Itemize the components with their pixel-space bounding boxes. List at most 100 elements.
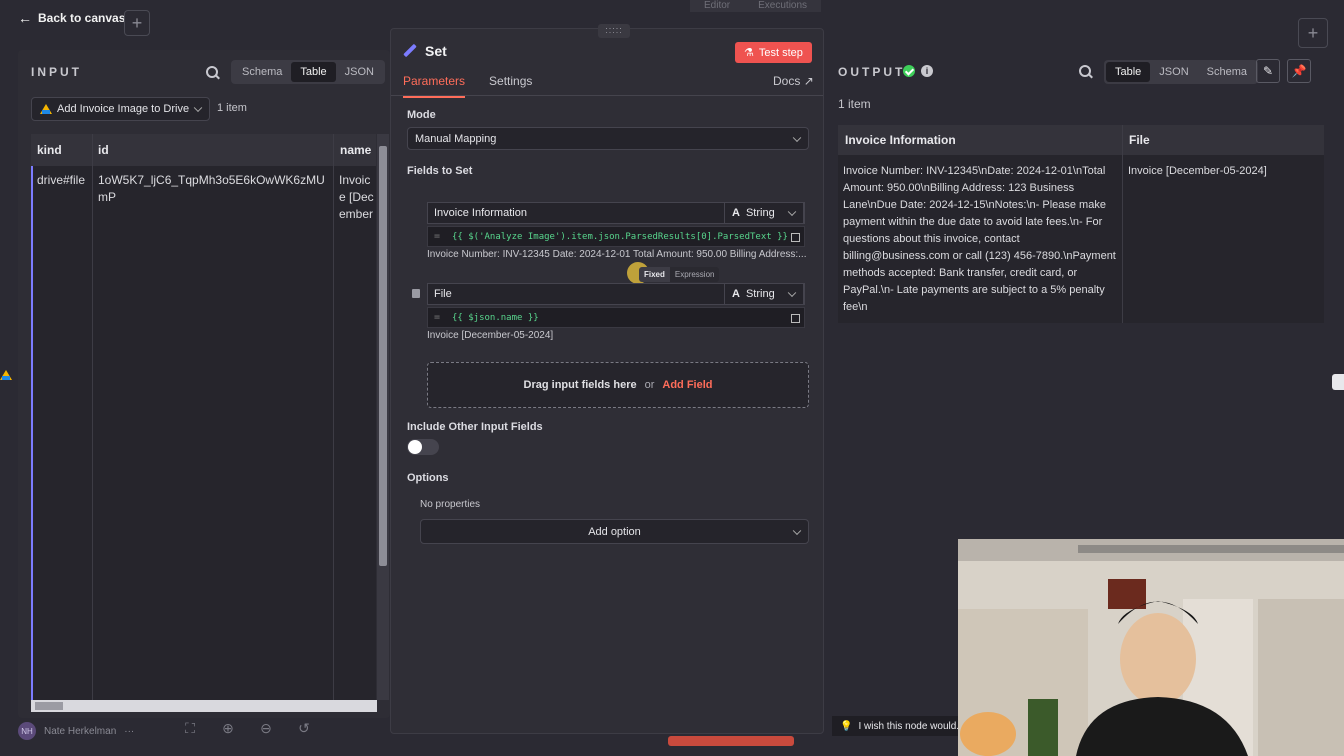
field-preview: Invoice Number: INV-12345 Date: 2024-12-… xyxy=(427,249,807,260)
mode-label: Mode xyxy=(407,109,436,121)
avatar[interactable]: NH xyxy=(18,722,36,740)
search-icon[interactable] xyxy=(1079,65,1093,79)
node-title-text[interactable]: Set xyxy=(425,43,447,59)
pencil-icon xyxy=(403,44,417,58)
field-expression-input[interactable]: = {{ $json.name }} xyxy=(427,307,805,328)
edit-output-button[interactable]: ✎ xyxy=(1256,59,1280,83)
cell-name: Invoice [December-05-2024] xyxy=(339,173,374,221)
pin-icon: 📌 xyxy=(1291,64,1307,78)
info-icon[interactable]: i xyxy=(921,65,933,77)
node-modal: ::::: Set ⚗ Test step Parameters Setting… xyxy=(390,24,824,734)
more-icon[interactable]: ··· xyxy=(124,726,134,737)
string-type-icon: A xyxy=(732,207,740,219)
col-kind: kind xyxy=(37,143,62,157)
trash-icon[interactable] xyxy=(412,289,420,298)
toggle-expression[interactable]: Expression xyxy=(669,267,720,282)
field-expression-input[interactable]: = {{ $('Analyze Image').item.json.Parsed… xyxy=(427,226,805,247)
chevron-down-icon xyxy=(792,526,802,535)
expand-icon[interactable] xyxy=(791,233,800,242)
equals-icon: = xyxy=(434,231,441,242)
chevron-down-icon xyxy=(787,207,797,217)
test-step-button[interactable]: ⚗ Test step xyxy=(735,42,812,63)
webcam-video xyxy=(958,539,1344,756)
view-json[interactable]: JSON xyxy=(1150,62,1197,82)
next-node-icon[interactable] xyxy=(1332,374,1344,390)
chevron-down-icon xyxy=(787,288,797,298)
options-label: Options xyxy=(407,472,449,484)
row-highlight xyxy=(31,166,33,700)
reset-icon[interactable]: ↺ xyxy=(294,720,314,740)
mode-value: Manual Mapping xyxy=(415,132,497,145)
add-option-label: Add option xyxy=(588,525,641,538)
no-properties-text: No properties xyxy=(420,499,481,510)
input-title: INPUT xyxy=(31,65,82,79)
field-type-select[interactable]: A String xyxy=(724,202,804,224)
expression-value: {{ $('Analyze Image').item.json.ParsedRe… xyxy=(452,231,788,242)
fixed-expression-toggle[interactable]: Fixed Expression xyxy=(639,267,720,282)
field-type-select[interactable]: A String xyxy=(724,283,804,305)
drop-or: or xyxy=(644,379,655,391)
input-table: kind id name drive#file 1oW5K7_ljC6_TqpM… xyxy=(31,134,376,700)
feedback-prompt[interactable]: 💡 I wish this node would... xyxy=(832,716,973,736)
output-view-toggle: Table JSON Schema xyxy=(1104,60,1258,84)
view-table[interactable]: Table xyxy=(291,62,336,82)
col-invoice-information: Invoice Information xyxy=(845,133,956,147)
add-node-button[interactable]: + xyxy=(124,10,150,36)
field-name-value: Invoice Information xyxy=(434,207,527,219)
drive-node-icon[interactable] xyxy=(0,370,12,392)
node-select-value: Add Invoice Image to Drive xyxy=(57,103,190,115)
field-preview: Invoice [December-05-2024] xyxy=(427,330,554,341)
add-node-right-button[interactable]: + xyxy=(1298,18,1328,48)
external-link-icon: ↗ xyxy=(803,74,814,88)
view-schema[interactable]: Schema xyxy=(1198,62,1256,82)
back-label: Back to canvas xyxy=(38,11,126,25)
cell-file: Invoice [December-05-2024] xyxy=(1128,165,1267,177)
col-id: id xyxy=(98,143,109,157)
view-schema[interactable]: Schema xyxy=(233,62,291,82)
include-other-fields-toggle[interactable] xyxy=(407,439,439,455)
chevron-down-icon xyxy=(193,103,203,113)
view-table[interactable]: Table xyxy=(1106,62,1151,82)
field-name-input[interactable]: File A String xyxy=(427,283,805,305)
docs-label: Docs xyxy=(773,74,801,88)
tab-executions[interactable]: Executions xyxy=(744,0,822,12)
pencil-icon: ✎ xyxy=(1262,64,1274,78)
docs-link[interactable]: Docs ↗ xyxy=(773,74,814,88)
zoom-out-icon[interactable]: ⊖ xyxy=(256,720,276,740)
tab-editor[interactable]: Editor xyxy=(690,0,745,12)
search-icon[interactable] xyxy=(206,66,220,80)
horizontal-scrollbar[interactable] xyxy=(31,700,377,712)
field-name-input[interactable]: Invoice Information A String xyxy=(427,202,805,224)
drop-text: Drag input fields here xyxy=(523,379,637,391)
test-step-label: Test step xyxy=(758,46,803,59)
cell-invoice-information: Invoice Number: INV-12345\nDate: 2024-12… xyxy=(843,165,1116,313)
zoom-in-icon[interactable]: ⊕ xyxy=(218,720,238,740)
back-to-canvas-link[interactable]: ← Back to canvas xyxy=(18,10,125,26)
fields-label: Fields to Set xyxy=(407,165,473,177)
add-field-link[interactable]: Add Field xyxy=(662,379,712,391)
col-file: File xyxy=(1129,133,1150,147)
execute-workflow-button[interactable] xyxy=(668,736,794,746)
node-title: Set xyxy=(403,43,447,59)
user-name: Nate Herkelman xyxy=(44,725,117,737)
input-node-select[interactable]: Add Invoice Image to Drive xyxy=(31,97,210,121)
view-json[interactable]: JSON xyxy=(336,62,383,82)
vertical-scrollbar[interactable] xyxy=(377,134,389,700)
wish-text: I wish this node would... xyxy=(858,720,965,732)
field-type-value: String xyxy=(745,207,775,219)
cell-kind: drive#file xyxy=(37,173,86,187)
field-name-value: File xyxy=(434,288,452,300)
col-divider xyxy=(333,134,334,700)
expand-icon[interactable] xyxy=(791,314,800,323)
pin-data-button[interactable]: 📌 xyxy=(1287,59,1311,83)
add-option-select[interactable]: Add option xyxy=(420,519,809,544)
table-header: kind id name xyxy=(31,134,376,166)
google-drive-icon xyxy=(40,104,52,114)
mode-select[interactable]: Manual Mapping xyxy=(407,127,809,150)
drop-zone[interactable]: Drag input fields here or Add Field xyxy=(427,362,809,408)
lightbulb-icon: 💡 xyxy=(840,720,853,732)
fit-view-icon[interactable]: ⛶ xyxy=(180,720,200,740)
drag-handle[interactable]: ::::: xyxy=(598,24,630,38)
cell-id: 1oW5K7_ljC6_TqpMh3o5E6kOwWK6zMUmP xyxy=(98,173,325,204)
toggle-fixed[interactable]: Fixed xyxy=(639,267,670,282)
